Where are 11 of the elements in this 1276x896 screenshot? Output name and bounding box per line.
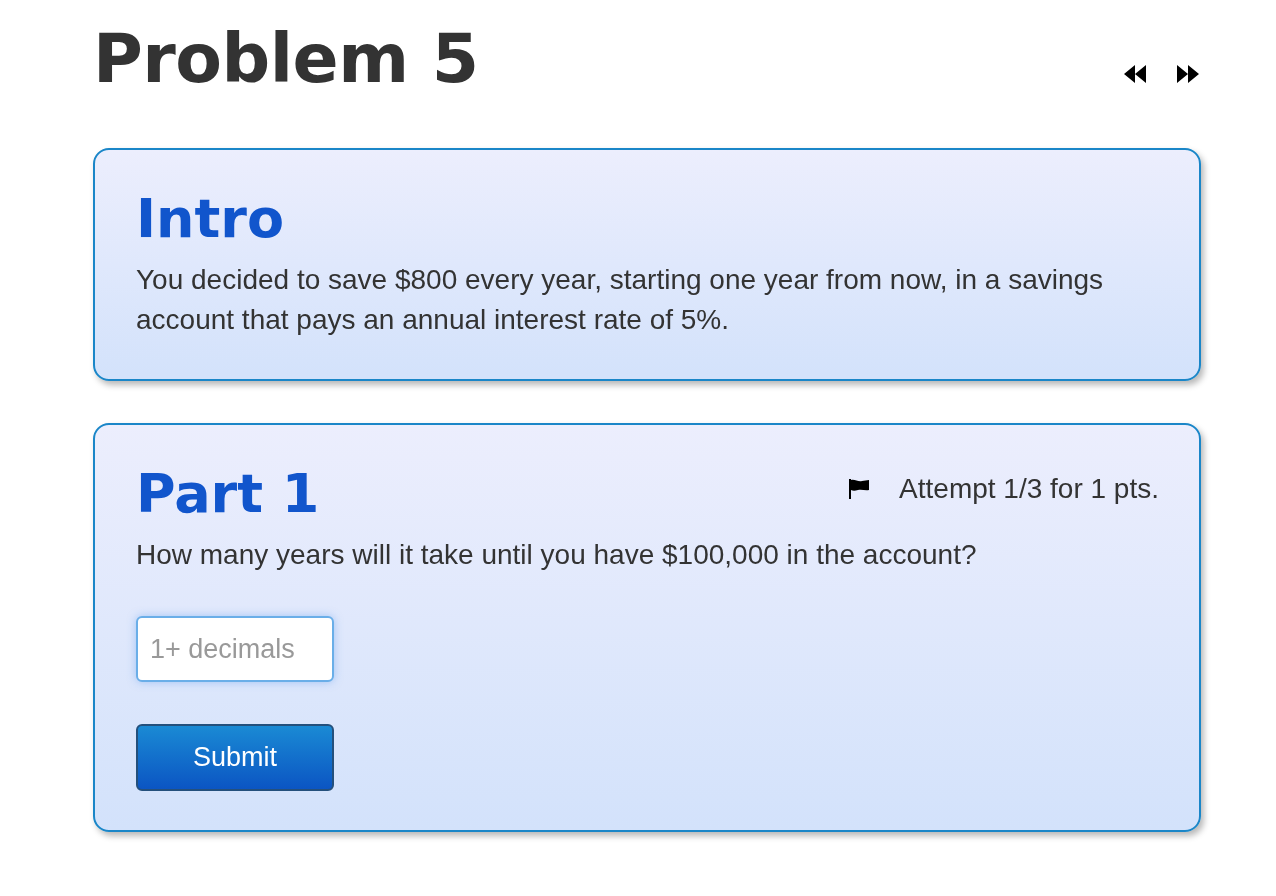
section-heading: Part 1 [136,463,320,526]
page-title: Problem 5 [93,22,479,97]
submit-button[interactable]: Submit [136,724,334,792]
section-text: You decided to save $800 every year, starting one year from now, in a savings account that pays an annual interest rate of 5%. [136,263,1105,338]
rewind-icon[interactable] [1124,65,1146,83]
attempt-label: Attempt 1/3 for 1 pts. [899,473,1159,506]
fast-forward-icon[interactable] [1177,65,1199,83]
section-text: How many years will it take until you have $100,000 in the account? [136,538,978,573]
section-heading: Intro [136,188,285,251]
answer-field[interactable]: 1+ decimals [136,616,334,683]
flag-icon[interactable] [849,479,870,500]
